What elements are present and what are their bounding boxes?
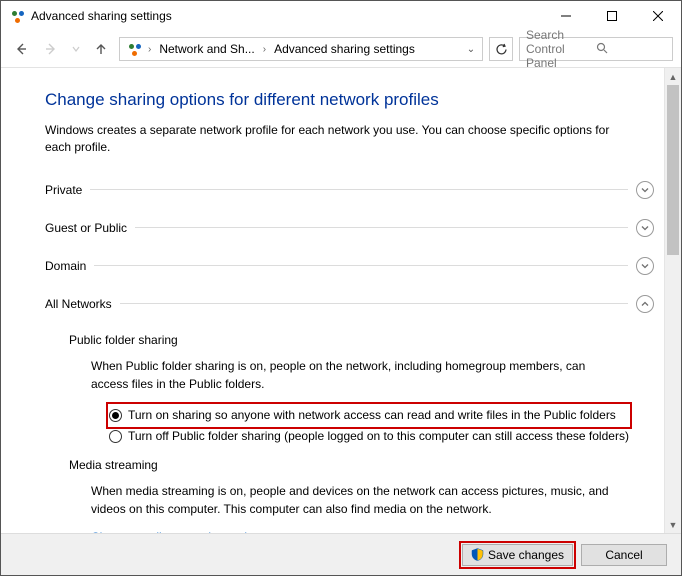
radio-turn-off-sharing[interactable]: Turn off Public folder sharing (people l… <box>109 426 629 447</box>
section-label: All Networks <box>45 297 112 311</box>
scroll-track[interactable] <box>665 85 681 516</box>
breadcrumb[interactable]: › Network and Sh... › Advanced sharing s… <box>119 37 483 61</box>
subsection-public-folder-sharing: Public folder sharing <box>69 333 654 347</box>
breadcrumb-segment[interactable]: Advanced sharing settings <box>272 42 417 56</box>
navbar: › Network and Sh... › Advanced sharing s… <box>1 31 681 67</box>
radio-icon <box>109 409 122 422</box>
scroll-up-button[interactable]: ▲ <box>665 68 681 85</box>
search-icon <box>596 42 666 57</box>
section-guest-public[interactable]: Guest or Public <box>45 213 654 247</box>
shield-icon <box>471 548 484 561</box>
save-changes-button[interactable]: Save changes <box>462 544 573 566</box>
window-title: Advanced sharing settings <box>31 9 172 23</box>
up-button[interactable] <box>89 37 113 61</box>
radio-label: Turn off Public folder sharing (people l… <box>128 428 629 445</box>
forward-button[interactable] <box>39 37 63 61</box>
chevron-up-icon[interactable] <box>636 295 654 313</box>
section-domain[interactable]: Domain <box>45 251 654 285</box>
section-all-networks[interactable]: All Networks <box>45 289 654 323</box>
scrollbar[interactable]: ▲ ▼ <box>664 68 681 533</box>
titlebar: Advanced sharing settings <box>1 1 681 31</box>
search-placeholder: Search Control Panel <box>526 28 596 70</box>
radio-icon <box>109 430 122 443</box>
radio-turn-on-sharing[interactable]: Turn on sharing so anyone with network a… <box>109 405 629 426</box>
scroll-thumb[interactable] <box>667 85 679 255</box>
breadcrumb-segment[interactable]: Network and Sh... <box>157 42 256 56</box>
button-label: Save changes <box>488 548 564 562</box>
section-label: Guest or Public <box>45 221 127 235</box>
close-button[interactable] <box>635 1 681 31</box>
content-pane: Change sharing options for different net… <box>1 68 664 533</box>
page-heading: Change sharing options for different net… <box>45 90 654 110</box>
footer: Save changes Cancel <box>1 533 681 575</box>
subsection-description: When media streaming is on, people and d… <box>69 482 614 518</box>
scroll-down-button[interactable]: ▼ <box>665 516 681 533</box>
chevron-down-icon[interactable] <box>636 257 654 275</box>
chevron-down-icon[interactable] <box>636 219 654 237</box>
cancel-button[interactable]: Cancel <box>581 544 667 566</box>
section-private[interactable]: Private <box>45 175 654 209</box>
chevron-right-icon[interactable]: › <box>146 44 153 55</box>
control-panel-icon <box>9 8 25 24</box>
refresh-button[interactable] <box>489 37 513 61</box>
section-label: Private <box>45 183 82 197</box>
search-input[interactable]: Search Control Panel <box>519 37 673 61</box>
page-description: Windows creates a separate network profi… <box>45 122 625 157</box>
breadcrumb-dropdown[interactable]: ⌄ <box>464 44 478 55</box>
recent-dropdown[interactable] <box>69 37 83 61</box>
button-label: Cancel <box>605 548 642 562</box>
minimize-button[interactable] <box>543 1 589 31</box>
control-panel-icon <box>126 41 142 57</box>
subsection-media-streaming: Media streaming <box>69 458 654 472</box>
maximize-button[interactable] <box>589 1 635 31</box>
subsection-description: When Public folder sharing is on, people… <box>69 357 614 393</box>
chevron-right-icon[interactable]: › <box>261 44 268 55</box>
radio-label: Turn on sharing so anyone with network a… <box>128 407 629 424</box>
chevron-down-icon[interactable] <box>636 181 654 199</box>
back-button[interactable] <box>9 37 33 61</box>
section-label: Domain <box>45 259 86 273</box>
